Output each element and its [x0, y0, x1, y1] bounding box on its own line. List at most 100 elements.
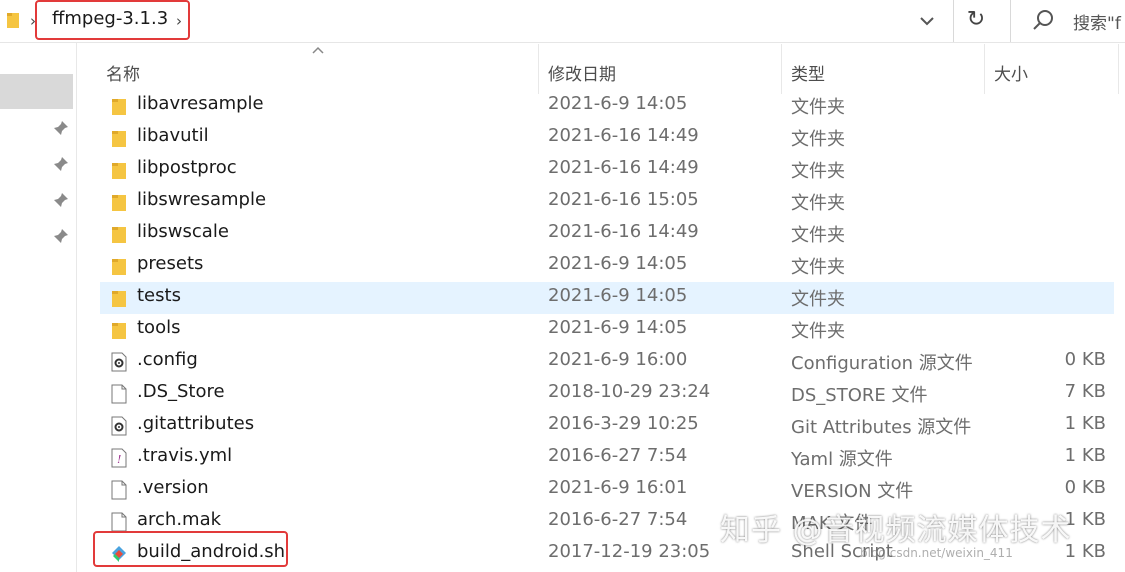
file-row[interactable]: libswresample 2021-6-16 15:05 文件夹 [100, 186, 1114, 218]
folder-icon [112, 323, 126, 339]
file-name: tests [137, 285, 181, 306]
column-divider[interactable] [538, 44, 539, 94]
file-row[interactable]: libswscale 2021-6-16 14:49 文件夹 [100, 218, 1114, 250]
file-size: 0 KB [1064, 349, 1106, 370]
folder-icon [112, 291, 126, 307]
pin-icon[interactable] [53, 156, 69, 172]
gear-file-icon [111, 352, 127, 372]
file-type: 文件夹 [791, 97, 845, 118]
pin-icon[interactable] [53, 228, 69, 244]
file-type: VERSION 文件 [791, 481, 914, 502]
file-row[interactable]: tools 2021-6-9 14:05 文件夹 [100, 314, 1114, 346]
file-name: libpostproc [137, 157, 237, 178]
file-row[interactable]: tests 2021-6-9 14:05 文件夹 [100, 282, 1114, 314]
pin-icon[interactable] [53, 120, 69, 136]
file-row[interactable]: .config 2021-6-9 16:00 Configuration 源文件 0 … [100, 346, 1114, 378]
file-type: DS_STORE 文件 [791, 385, 928, 406]
search-input[interactable]: 搜索"f [1073, 9, 1121, 34]
file-type: Git Attributes 源文件 [791, 417, 972, 438]
blank-file-icon [111, 384, 127, 404]
file-type: 文件夹 [791, 321, 845, 342]
blank-file-icon [111, 512, 127, 532]
gear-file-icon [111, 416, 127, 436]
address-bar: › ffmpeg-3.1.3 › ↻ 搜索"f [0, 0, 1125, 42]
folder-icon [112, 131, 126, 147]
file-date: 2016-6-27 7:54 [548, 509, 688, 530]
divider [0, 42, 1125, 43]
sort-ascending-icon [312, 46, 324, 54]
file-name: .config [137, 349, 198, 370]
file-type: 文件夹 [791, 257, 845, 278]
column-divider[interactable] [1118, 44, 1119, 94]
file-size: 0 KB [1064, 477, 1106, 498]
file-name: arch.mak [137, 509, 222, 530]
file-name: presets [137, 253, 204, 274]
file-date: 2021-6-16 15:05 [548, 189, 699, 210]
file-row[interactable]: presets 2021-6-9 14:05 文件夹 [100, 250, 1114, 282]
file-date: 2018-10-29 23:24 [548, 381, 711, 402]
file-name: .DS_Store [137, 381, 225, 402]
yaml-file-icon: ! [111, 448, 127, 468]
file-date: 2016-3-29 10:25 [548, 413, 699, 434]
file-date: 2021-6-16 14:49 [548, 221, 699, 242]
file-size: 1 KB [1064, 413, 1106, 434]
file-name: libswscale [137, 221, 229, 242]
file-type: 文件夹 [791, 225, 845, 246]
file-date: 2021-6-9 16:00 [548, 349, 688, 370]
svg-text:!: ! [117, 453, 121, 466]
column-divider[interactable] [984, 44, 985, 94]
file-row[interactable]: libavresample 2021-6-9 14:05 文件夹 [100, 90, 1114, 122]
file-type: 文件夹 [791, 193, 845, 214]
column-header-type[interactable]: 类型 [791, 60, 825, 85]
file-name: .version [137, 477, 209, 498]
chevron-down-icon[interactable] [914, 8, 940, 34]
refresh-icon[interactable]: ↻ [962, 6, 990, 34]
folder-icon [112, 259, 126, 275]
folder-icon [112, 195, 126, 211]
divider [76, 43, 77, 572]
file-row[interactable]: .version 2021-6-9 16:01 VERSION 文件 0 KB [100, 474, 1114, 506]
folder-icon [112, 227, 126, 243]
file-date: 2021-6-9 14:05 [548, 317, 688, 338]
watermark: 知乎 @音视频流媒体技术 [720, 513, 1072, 548]
file-date: 2021-6-16 14:49 [548, 157, 699, 178]
file-row[interactable]: libpostproc 2021-6-16 14:49 文件夹 [100, 154, 1114, 186]
file-row[interactable]: libavutil 2021-6-16 14:49 文件夹 [100, 122, 1114, 154]
file-date: 2016-6-27 7:54 [548, 445, 688, 466]
breadcrumb-chevron-icon[interactable]: › [176, 12, 182, 30]
file-name: .travis.yml [137, 445, 233, 466]
folder-icon [112, 163, 126, 179]
blank-file-icon [111, 480, 127, 500]
folder-icon [112, 99, 126, 115]
file-name: tools [137, 317, 181, 338]
file-date: 2021-6-9 14:05 [548, 93, 688, 114]
nav-pane-selected-item[interactable] [0, 74, 73, 109]
column-divider[interactable] [781, 44, 782, 94]
breadcrumb-current-folder[interactable]: ffmpeg-3.1.3 [52, 8, 168, 29]
search-icon [1033, 10, 1053, 30]
highlight-annotation-box [93, 531, 288, 567]
file-row[interactable]: .gitattributes 2016-3-29 10:25 Git Attribu… [100, 410, 1114, 442]
file-name: libavresample [137, 93, 264, 114]
file-size: 7 KB [1064, 381, 1106, 402]
pin-icon[interactable] [53, 192, 69, 208]
file-name: .gitattributes [137, 413, 255, 434]
file-row[interactable]: .DS_Store 2018-10-29 23:24 DS_STORE 文件 7 KB [100, 378, 1114, 410]
file-row[interactable]: ! .travis.yml 2016-6-27 7:54 Yaml 源文件 1 KB [100, 442, 1114, 474]
file-type: Yaml 源文件 [791, 449, 893, 470]
watermark-url: blog.csdn.net/weixin_411 [860, 546, 1013, 560]
folder-icon [7, 13, 19, 28]
file-date: 2021-6-9 16:01 [548, 477, 688, 498]
file-type: 文件夹 [791, 289, 845, 310]
divider [1010, 0, 1011, 42]
column-header-size[interactable]: 大小 [994, 60, 1028, 85]
file-type: 文件夹 [791, 129, 845, 150]
file-date: 2017-12-19 23:05 [548, 541, 711, 562]
divider [953, 0, 954, 42]
file-type: Configuration 源文件 [791, 353, 973, 374]
column-header-name[interactable]: 名称 [106, 60, 140, 85]
file-name: libavutil [137, 125, 209, 146]
column-header-date[interactable]: 修改日期 [548, 60, 616, 85]
file-date: 2021-6-16 14:49 [548, 125, 699, 146]
file-type: 文件夹 [791, 161, 845, 182]
